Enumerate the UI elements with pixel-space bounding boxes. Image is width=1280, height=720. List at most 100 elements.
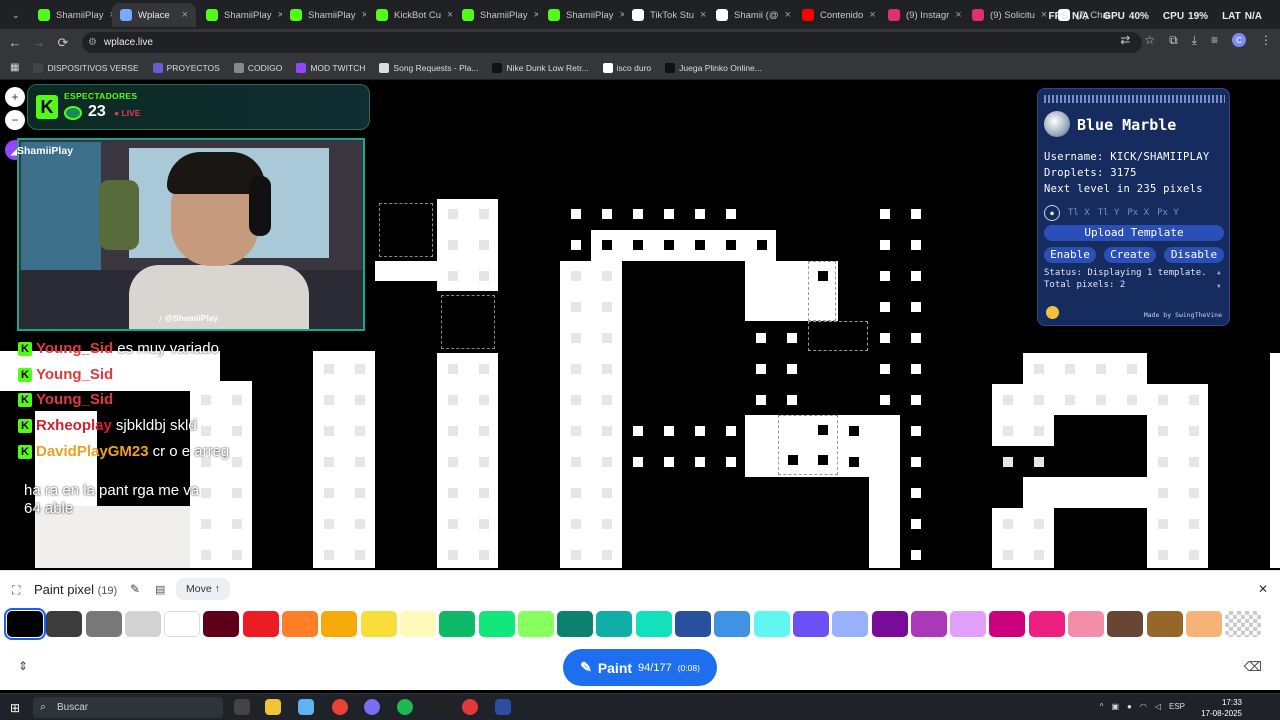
tab-close-icon[interactable]: × <box>955 9 961 21</box>
color-swatch[interactable] <box>517 611 554 637</box>
windows-start-icon[interactable]: ⊞ <box>10 701 20 715</box>
coord-input[interactable]: Px Y <box>1157 208 1179 218</box>
profile-avatar[interactable]: C <box>1232 33 1246 47</box>
zoom-out-button[interactable]: − <box>5 110 25 130</box>
color-swatch[interactable] <box>1028 611 1065 637</box>
color-swatch[interactable] <box>635 611 672 637</box>
color-swatch[interactable] <box>675 611 712 637</box>
chat-username[interactable]: Young_Sid <box>36 366 113 383</box>
chat-username[interactable]: DavidPlayGM23 <box>36 443 149 460</box>
bookmark-item[interactable]: MOD TWITCH <box>296 62 365 73</box>
color-swatch[interactable] <box>478 611 515 637</box>
color-swatch[interactable] <box>360 611 397 637</box>
color-swatch[interactable] <box>4 608 46 640</box>
bookmark-item[interactable]: PROYECTOS <box>152 62 220 73</box>
tab-list-button[interactable]: ⌄ <box>4 3 24 27</box>
color-swatch[interactable] <box>399 611 436 637</box>
clock[interactable]: 17:33 17-08-2025 <box>1201 697 1242 719</box>
bookmark-item[interactable]: CODIGO <box>233 62 282 73</box>
site-info-icon[interactable]: ⚙ <box>88 37 97 48</box>
browser-tab[interactable]: ShamiiPlay× <box>282 3 366 27</box>
download-icon[interactable]: ⤓ <box>1192 33 1197 48</box>
color-swatch[interactable] <box>1225 611 1262 637</box>
color-swatch[interactable] <box>1185 611 1222 637</box>
extensions-icon[interactable]: ⧉ <box>1169 33 1178 48</box>
color-swatch[interactable] <box>321 611 358 637</box>
browser-tab[interactable]: ShamiiPlay× <box>540 3 624 27</box>
volume-icon[interactable]: ◁ <box>1155 702 1161 711</box>
chat-username[interactable]: Young_Sid <box>36 391 113 408</box>
browser-tab[interactable]: ShamiiPlay× <box>30 3 114 27</box>
url-bar[interactable]: ⚙ wplace.live <box>82 32 1142 53</box>
browser-tab[interactable]: Shamii (@ × <box>708 3 792 27</box>
zoom-in-button[interactable]: + <box>5 87 25 107</box>
coord-input[interactable]: Tl Y <box>1098 208 1120 218</box>
expand-icon[interactable]: ⛶ <box>12 583 20 598</box>
close-icon[interactable]: ✕ <box>1258 582 1268 596</box>
wifi-icon[interactable]: ◠ <box>1140 702 1147 711</box>
tab-close-icon[interactable]: × <box>534 9 538 21</box>
color-swatch[interactable] <box>753 611 790 637</box>
color-swatch[interactable] <box>242 611 279 637</box>
color-swatch[interactable] <box>124 611 161 637</box>
browser-tab[interactable]: Wplace × <box>112 3 196 27</box>
chat-username[interactable]: Rxheoplay <box>36 417 112 434</box>
color-swatch[interactable] <box>910 611 947 637</box>
coord-input[interactable]: Tl X <box>1068 208 1090 218</box>
back-arrow-icon[interactable]: ← <box>4 32 26 54</box>
bookmark-item[interactable]: Juega Plinko Online... <box>665 62 762 73</box>
enable-button[interactable]: Enable <box>1044 247 1096 263</box>
color-swatch[interactable] <box>439 611 476 637</box>
pencil-icon[interactable]: ✎ <box>130 582 140 596</box>
discord-icon[interactable] <box>364 699 380 715</box>
reload-icon[interactable]: ⟳ <box>52 32 74 54</box>
browser-tab[interactable]: (9) Instagr × <box>880 3 964 27</box>
copilot-icon[interactable] <box>298 699 314 715</box>
apps-grid-icon[interactable]: ▦ <box>10 62 19 73</box>
create-button[interactable]: Create <box>1104 247 1156 263</box>
move-button[interactable]: Move ↑ <box>176 578 230 600</box>
bookmark-item[interactable]: Nike Dunk Low Retr... <box>492 62 589 73</box>
color-swatch[interactable] <box>871 611 908 637</box>
color-swatch[interactable] <box>596 611 633 637</box>
media-icon[interactable]: ≡ <box>1211 33 1218 48</box>
tab-close-icon[interactable]: × <box>869 9 875 21</box>
spotify-icon[interactable] <box>397 699 413 715</box>
obs-icon[interactable] <box>430 699 446 715</box>
forward-arrow-icon[interactable]: → <box>28 32 50 54</box>
color-swatch[interactable] <box>792 611 829 637</box>
tab-close-icon[interactable]: × <box>447 9 452 21</box>
file-explorer-icon[interactable] <box>265 699 281 715</box>
tab-close-icon[interactable]: × <box>182 9 188 21</box>
streamlabs-icon[interactable] <box>462 699 478 715</box>
color-swatch[interactable] <box>164 611 201 637</box>
chat-username[interactable]: Young_Sid <box>36 340 113 357</box>
browser-tab[interactable]: Contenido × <box>794 3 878 27</box>
browser-tab[interactable]: (9) Solicitu × <box>964 3 1048 27</box>
language-indicator[interactable]: ESP <box>1169 702 1185 711</box>
browser-tab[interactable]: TikTok Stu × <box>624 3 708 27</box>
color-swatch[interactable] <box>46 611 83 637</box>
color-swatch[interactable] <box>989 611 1026 637</box>
color-swatch[interactable] <box>832 611 869 637</box>
status-scrollbar[interactable]: ▲ ▼ <box>1217 269 1223 299</box>
translate-icon[interactable]: ⇄ <box>1120 33 1130 48</box>
color-swatch[interactable] <box>203 611 240 637</box>
network-icon[interactable]: ▣ <box>1111 702 1119 711</box>
bookmark-item[interactable]: isco duro <box>602 62 651 73</box>
tab-close-icon[interactable]: × <box>700 9 706 21</box>
color-swatch[interactable] <box>1107 611 1144 637</box>
upload-template-button[interactable]: Upload Template <box>1044 225 1224 241</box>
coord-input[interactable]: Px X <box>1127 208 1149 218</box>
menu-dots-icon[interactable]: ⋮ <box>1260 33 1272 48</box>
pin-icon[interactable]: ● <box>1044 205 1060 221</box>
task-view-icon[interactable] <box>234 699 250 715</box>
mic-icon[interactable]: ● <box>1127 702 1132 711</box>
tab-close-icon[interactable]: × <box>1041 9 1047 21</box>
color-swatch[interactable] <box>1068 611 1105 637</box>
paint-button[interactable]: ✎ Paint 94/177 (0:08) <box>563 649 717 686</box>
bookmark-item[interactable]: Song Requests - Pla... <box>379 62 478 73</box>
collapse-toggle-icon[interactable]: ⇕ <box>18 659 28 673</box>
bookmark-star-icon[interactable]: ☆ <box>1144 33 1155 48</box>
color-swatch[interactable] <box>85 611 122 637</box>
